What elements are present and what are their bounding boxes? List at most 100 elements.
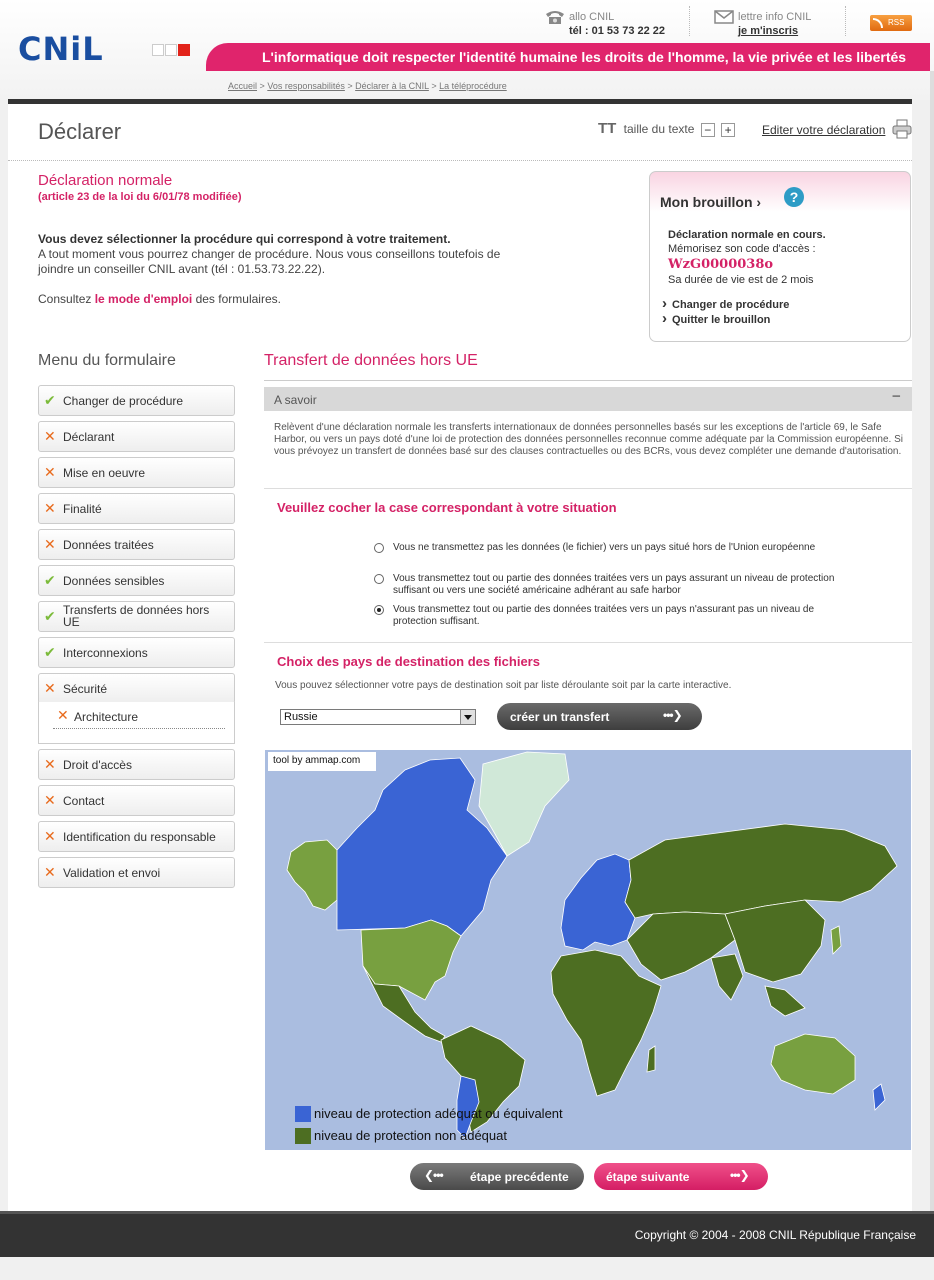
cross-icon: ✕: [44, 500, 56, 516]
divider: [264, 380, 912, 381]
intro-rest: A tout moment vous pourrez changer de pr…: [38, 247, 501, 276]
text-size-icon: TT: [598, 120, 617, 137]
chevron-down-icon[interactable]: [460, 710, 475, 724]
menu-item[interactable]: ✕ Mise en oeuvre: [38, 457, 235, 488]
menu-item-label: Données sensibles: [63, 574, 165, 588]
breadcrumb-responsabilites[interactable]: Vos responsabilités: [267, 81, 345, 91]
text-size-control: TT taille du texte − +: [598, 120, 736, 137]
mode-emploi-link[interactable]: le mode d'emploi: [95, 292, 193, 306]
menu-item[interactable]: ✕ Validation et envoi: [38, 857, 235, 888]
menu-item-label: Transferts de données hors UE: [63, 603, 210, 629]
declaration-subtitle: (article 23 de la loi du 6/01/78 modifié…: [38, 191, 242, 203]
radio-button[interactable]: [374, 574, 384, 584]
menu-item[interactable]: ✔ Transferts de données hors UE: [38, 601, 235, 632]
menu-item[interactable]: ✔ Données sensibles: [38, 565, 235, 596]
cross-icon: ✕: [44, 536, 56, 552]
breadcrumb-accueil[interactable]: Accueil: [228, 81, 257, 91]
breadcrumb-declarer[interactable]: Déclarer à la CNIL: [355, 81, 429, 91]
brouillon-status: Déclaration normale en cours.: [668, 229, 826, 241]
rss-label: RSS: [888, 18, 905, 27]
radio-button[interactable]: [374, 605, 384, 615]
menu-title: Menu du formulaire: [38, 352, 176, 369]
tagline-banner: L'informatique doit respecter l'identité…: [206, 43, 930, 71]
brouillon-body: Déclaration normale en cours. Mémorisez …: [660, 222, 900, 334]
next-step-button[interactable]: étape suivante •••❯: [594, 1163, 768, 1190]
page-title: Déclarer: [38, 119, 122, 144]
envelope-icon: [714, 10, 734, 24]
site-header: CNiL L'informatique doit respecter l'ide…: [0, 0, 934, 100]
help-icon[interactable]: ?: [784, 187, 804, 207]
page-edge: [930, 71, 934, 1211]
radio-label: Vous transmettez tout ou partie des donn…: [393, 573, 835, 596]
map-region-russia: [624, 823, 898, 919]
country-select[interactable]: Russie: [280, 709, 476, 725]
text-size-increase-button[interactable]: +: [721, 122, 736, 137]
printer-icon[interactable]: [892, 119, 912, 139]
menu-sub-item-architecture[interactable]: ✕ Architecture: [38, 702, 235, 744]
edit-declaration-link[interactable]: Editer votre déclaration: [762, 123, 885, 137]
consult-text: Consultez le mode d'emploi des formulair…: [38, 292, 281, 306]
world-map[interactable]: tool by ammap.com niveau de protection a…: [265, 750, 911, 1150]
create-transfer-label: créer un transfert: [510, 710, 610, 724]
lettre-subscribe-link[interactable]: je m'inscris: [738, 25, 798, 37]
map-region-alaska: [286, 839, 338, 911]
menu-item-label: Interconnexions: [63, 646, 148, 660]
asavoir-header[interactable]: A savoir −: [264, 387, 912, 411]
menu-item[interactable]: ✕ Contact: [38, 785, 235, 816]
text-size-label: taille du texte: [623, 122, 695, 136]
map-region-australia: [770, 1033, 856, 1095]
situation-radio-option[interactable]: Vous ne transmettez pas les données (le …: [374, 542, 844, 554]
breadcrumb-teleprocedure[interactable]: La téléprocédure: [439, 81, 507, 91]
menu-item-label: Données traitées: [63, 538, 154, 552]
previous-step-button[interactable]: ❮••• étape precédente: [410, 1163, 584, 1190]
cross-icon: ✕: [44, 680, 56, 696]
header-divider: [845, 6, 846, 36]
radio-button[interactable]: [374, 543, 384, 553]
phone-icon: [546, 11, 564, 24]
chevron-right-icon: ›: [756, 194, 762, 210]
world-map-svg: [286, 751, 898, 1139]
menu-item[interactable]: ✕ Finalité: [38, 493, 235, 524]
logo-flag-squares: [152, 44, 190, 56]
situation-radio-option[interactable]: Vous transmettez tout ou partie des donn…: [374, 604, 844, 628]
brouillon-duree: Sa durée de vie est de 2 mois: [668, 274, 814, 286]
map-region-japan: [830, 925, 842, 955]
tagline-text: L'informatique doit respecter l'identité…: [262, 49, 907, 65]
menu-item[interactable]: ✕ Sécurité: [38, 673, 235, 704]
rss-button[interactable]: RSS: [870, 15, 912, 31]
map-region-madagascar: [646, 1045, 656, 1073]
previous-step-label: étape precédente: [470, 1170, 569, 1184]
menu-item[interactable]: ✕ Données traitées: [38, 529, 235, 560]
menu-item[interactable]: ✔ Interconnexions: [38, 637, 235, 668]
breadcrumb: Accueil > Vos responsabilités > Déclarer…: [228, 81, 507, 91]
check-icon: ✔: [44, 644, 56, 660]
situation-radio-option[interactable]: Vous transmettez tout ou partie des donn…: [374, 573, 844, 597]
menu-item[interactable]: ✕ Droit d'accès: [38, 749, 235, 780]
menu-item[interactable]: ✕ Déclarant: [38, 421, 235, 452]
quitter-brouillon-link[interactable]: Quitter le brouillon: [662, 310, 770, 327]
declaration-title: Déclaration normale: [38, 172, 173, 189]
cross-icon: ✕: [44, 464, 56, 480]
allo-label: allo CNIL: [569, 11, 615, 23]
text-size-decrease-button[interactable]: −: [700, 122, 715, 137]
menu-item-label: Déclarant: [63, 430, 115, 444]
menu-item-label: Validation et envoi: [63, 866, 161, 880]
choix-subtitle: Vous pouvez sélectionner votre pays de d…: [275, 680, 732, 691]
map-region-africa: [550, 949, 662, 1097]
menu-item-label: Sécurité: [63, 682, 108, 696]
create-transfer-button[interactable]: créer un transfert •••❯: [497, 703, 702, 730]
check-icon: ✔: [44, 572, 56, 588]
access-code: WzG0000038o: [668, 257, 774, 272]
cross-icon: ✕: [44, 792, 56, 808]
header-divider: [689, 6, 690, 36]
collapse-icon[interactable]: −: [892, 388, 901, 405]
brouillon-title[interactable]: Mon brouillon ›: [660, 194, 761, 210]
menu-item-label: Droit d'accès: [63, 758, 132, 772]
menu-item[interactable]: ✕ Identification du responsable: [38, 821, 235, 852]
map-credit[interactable]: tool by ammap.com: [268, 752, 376, 771]
choix-title: Choix des pays de destination des fichie…: [277, 654, 540, 669]
menu-item[interactable]: ✔ Changer de procédure: [38, 385, 235, 416]
changer-procedure-link[interactable]: Changer de procédure: [662, 295, 789, 312]
divider: [264, 488, 912, 489]
cnil-logo[interactable]: CNiL: [18, 30, 104, 68]
